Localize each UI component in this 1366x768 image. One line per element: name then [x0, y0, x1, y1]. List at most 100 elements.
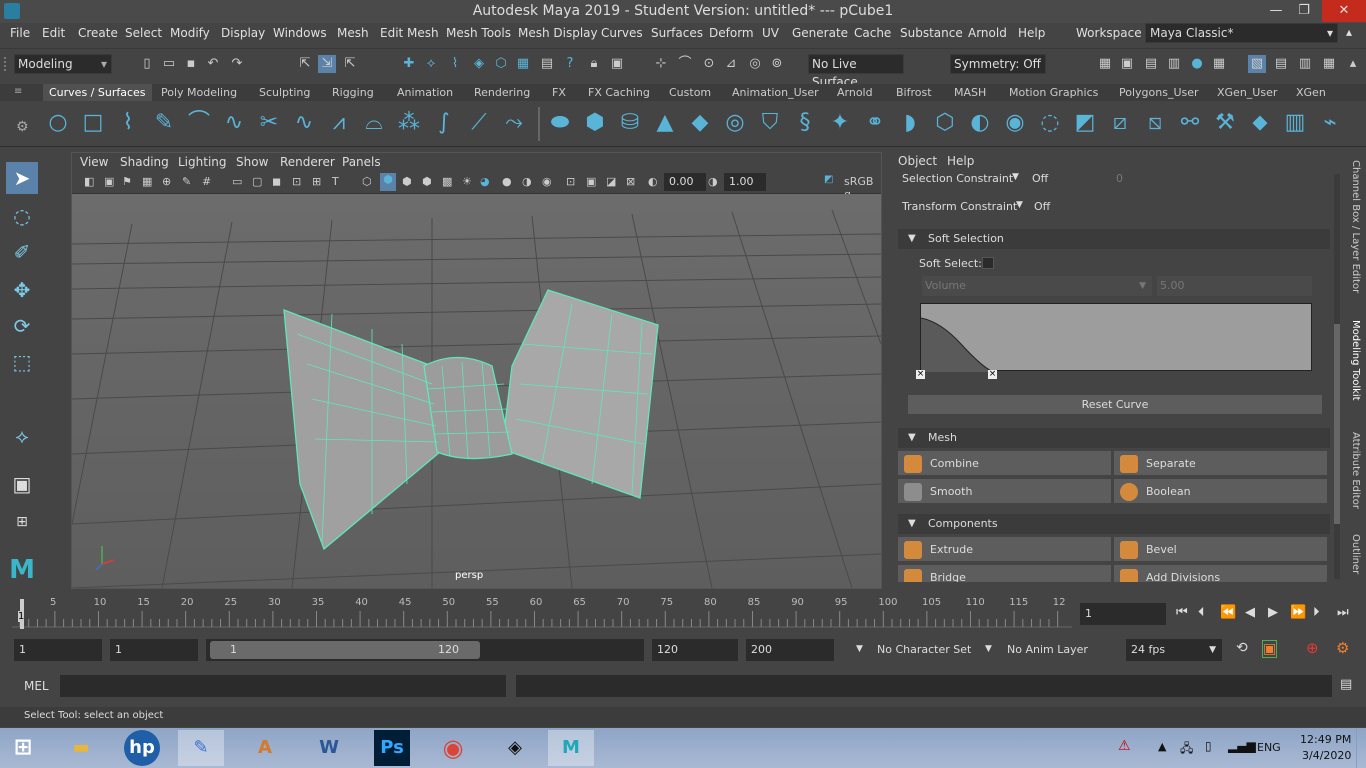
range-slider[interactable]: 1 120: [206, 639, 644, 661]
menu-mesh[interactable]: Mesh: [337, 26, 369, 40]
step-forward-key-icon[interactable]: ⏩: [1290, 605, 1306, 620]
vp-menu-view[interactable]: View: [80, 155, 108, 169]
camera-select-icon[interactable]: ◧: [84, 175, 94, 188]
play-backwards-icon[interactable]: ◀: [1245, 605, 1255, 620]
depth-of-field-icon[interactable]: ◉: [542, 175, 552, 188]
anti-aliasing-icon[interactable]: ◑: [522, 175, 532, 188]
shelf-tab-motion-graphics[interactable]: Motion Graphics: [1003, 84, 1104, 101]
menu-display[interactable]: Display: [221, 26, 265, 40]
animation-end-field[interactable]: 200: [746, 639, 834, 661]
network-icon[interactable]: 🖧︎: [1180, 739, 1193, 760]
field-chart-icon[interactable]: ⊡: [292, 175, 301, 188]
language-indicator[interactable]: ENG: [1257, 741, 1281, 754]
time-slider[interactable]: 1 5 10 15 20 25 30 35 40 45 50 55 60 65 70 75 80 85 90 95 1…: [0, 597, 1366, 633]
anim-layer-field[interactable]: No Anim Layer: [1002, 639, 1104, 661]
untrim-icon[interactable]: ⧅: [1141, 109, 1169, 137]
tab-modeling-toolkit[interactable]: Modeling Toolkit: [1350, 320, 1361, 401]
nurbs-circle-icon[interactable]: ○: [44, 109, 72, 137]
bookmark-icon[interactable]: ⚑: [122, 175, 132, 188]
shelf-tab-xgen[interactable]: XGen: [1290, 84, 1332, 101]
ipr-render-icon[interactable]: ▤: [1142, 55, 1160, 73]
detach-surface-icon[interactable]: ⚒: [1211, 109, 1239, 137]
bezier-curve-icon[interactable]: ∿: [220, 109, 248, 137]
trim-tool-icon[interactable]: ⧄: [1106, 109, 1134, 137]
menu-file[interactable]: File: [10, 26, 30, 40]
show-manipulator-icon[interactable]: ⟡: [6, 420, 38, 452]
safe-title-icon[interactable]: T: [332, 175, 339, 188]
selection-constraint-value[interactable]: Off: [1032, 172, 1048, 185]
menu-mesh-display[interactable]: Mesh Display: [518, 26, 598, 40]
command-input[interactable]: [60, 675, 506, 697]
open-close-surface-icon[interactable]: ⬥: [1246, 109, 1274, 137]
3d-scene[interactable]: persp: [71, 194, 882, 589]
mel-label[interactable]: MEL: [24, 679, 49, 693]
smooth-button[interactable]: Smooth: [897, 478, 1112, 504]
highlight-selection-icon[interactable]: ▣: [608, 55, 626, 73]
grid-toggle-icon[interactable]: #: [202, 175, 211, 188]
shadows-icon[interactable]: ☀: [462, 175, 472, 188]
curve-intersect-icon[interactable]: ✂: [255, 109, 283, 137]
select-object-icon[interactable]: ⇲: [318, 55, 336, 73]
snap-curve-icon[interactable]: ⌒: [676, 55, 694, 73]
menu-generate[interactable]: Generate: [792, 26, 848, 40]
loop-icon[interactable]: ⟲: [1236, 640, 1248, 656]
xray-joints-icon[interactable]: ◪: [606, 175, 616, 188]
menu-edit[interactable]: Edit: [42, 26, 65, 40]
wireframe-icon[interactable]: ⬡: [362, 175, 372, 188]
resolution-gate-icon[interactable]: ▢: [252, 175, 262, 188]
animation-start-field[interactable]: 1: [14, 639, 102, 661]
shelf-tab-bifrost[interactable]: Bifrost: [890, 84, 938, 101]
vp-menu-show[interactable]: Show: [236, 155, 268, 169]
clock-date[interactable]: 3/4/2020: [1302, 749, 1351, 762]
redo-icon[interactable]: ↷: [228, 55, 246, 73]
exposure-icon[interactable]: ◐: [648, 175, 658, 188]
play-forwards-icon[interactable]: ▶: [1268, 605, 1278, 620]
access-icon[interactable]: A: [242, 730, 288, 766]
move-tool-icon[interactable]: ✥: [6, 274, 38, 306]
shelf-menu-icon[interactable]: ≡: [14, 86, 22, 97]
select-by-dynamic-icon[interactable]: ▦: [514, 55, 532, 73]
restore-button[interactable]: ❐: [1286, 0, 1322, 22]
auto-key-icon[interactable]: ▣: [1262, 640, 1278, 658]
photoshop-icon[interactable]: Ps: [374, 730, 410, 766]
tab-attribute-editor[interactable]: Attribute Editor: [1350, 432, 1361, 509]
current-frame-field[interactable]: 1: [1080, 603, 1166, 625]
hp-icon[interactable]: hp: [124, 730, 160, 766]
four-view-icon[interactable]: ⊞: [6, 506, 38, 538]
planar-icon[interactable]: ✦: [826, 109, 854, 137]
xray-components-icon[interactable]: ⊠: [626, 175, 635, 188]
playback-end-field[interactable]: 120: [652, 639, 738, 661]
step-back-key-icon[interactable]: ⏪: [1220, 605, 1236, 620]
vp-menu-renderer[interactable]: Renderer: [280, 155, 335, 169]
character-set-field[interactable]: No Character Set: [872, 639, 974, 661]
live-surface-field[interactable]: No Live Surface: [808, 54, 904, 89]
menu-modify[interactable]: Modify: [170, 26, 210, 40]
offset-curve-icon[interactable]: ∫: [430, 109, 458, 137]
viewport-panel[interactable]: View Shading Lighting Show Renderer Pane…: [71, 152, 882, 589]
chevron-down-icon[interactable]: ▼: [1016, 200, 1023, 210]
revolve-icon[interactable]: ⛉: [756, 109, 784, 137]
lasso-tool-icon[interactable]: ◌: [6, 200, 38, 232]
bevel-button[interactable]: Bevel: [1113, 536, 1328, 562]
workspace-dropdown[interactable]: Maya Classic* ▾: [1145, 23, 1338, 43]
windows-start-icon[interactable]: ⊞: [0, 730, 46, 766]
auto-keyframe-toggle-icon[interactable]: ⊕: [1306, 639, 1319, 657]
shelf-tab-rigging[interactable]: Rigging: [326, 84, 380, 101]
battery-icon[interactable]: ▯: [1205, 739, 1212, 753]
new-scene-icon[interactable]: ▯: [138, 55, 156, 73]
shelf-tab-rendering[interactable]: Rendering: [468, 84, 536, 101]
menu-cache[interactable]: Cache: [854, 26, 891, 40]
vp-menu-shading[interactable]: Shading: [120, 155, 169, 169]
menu-mesh-tools[interactable]: Mesh Tools: [446, 26, 511, 40]
select-by-deform-icon[interactable]: ⬡: [492, 55, 510, 73]
bow-tie-mesh[interactable]: [283, 289, 659, 551]
go-to-end-icon[interactable]: ⏭: [1337, 605, 1349, 620]
menu-edit-mesh[interactable]: Edit Mesh: [380, 26, 439, 40]
color-management-icon[interactable]: ◩: [824, 174, 833, 185]
select-by-curve-icon[interactable]: ⌇: [446, 55, 464, 73]
expand-arrow-icon[interactable]: ▴: [1344, 55, 1362, 73]
vp-menu-lighting[interactable]: Lighting: [178, 155, 227, 169]
shelf-tab-xgen-user[interactable]: XGen_User: [1211, 84, 1283, 101]
menu-help[interactable]: Help: [1018, 26, 1045, 40]
shelf-tab-animation-user[interactable]: Animation_User: [726, 84, 825, 101]
